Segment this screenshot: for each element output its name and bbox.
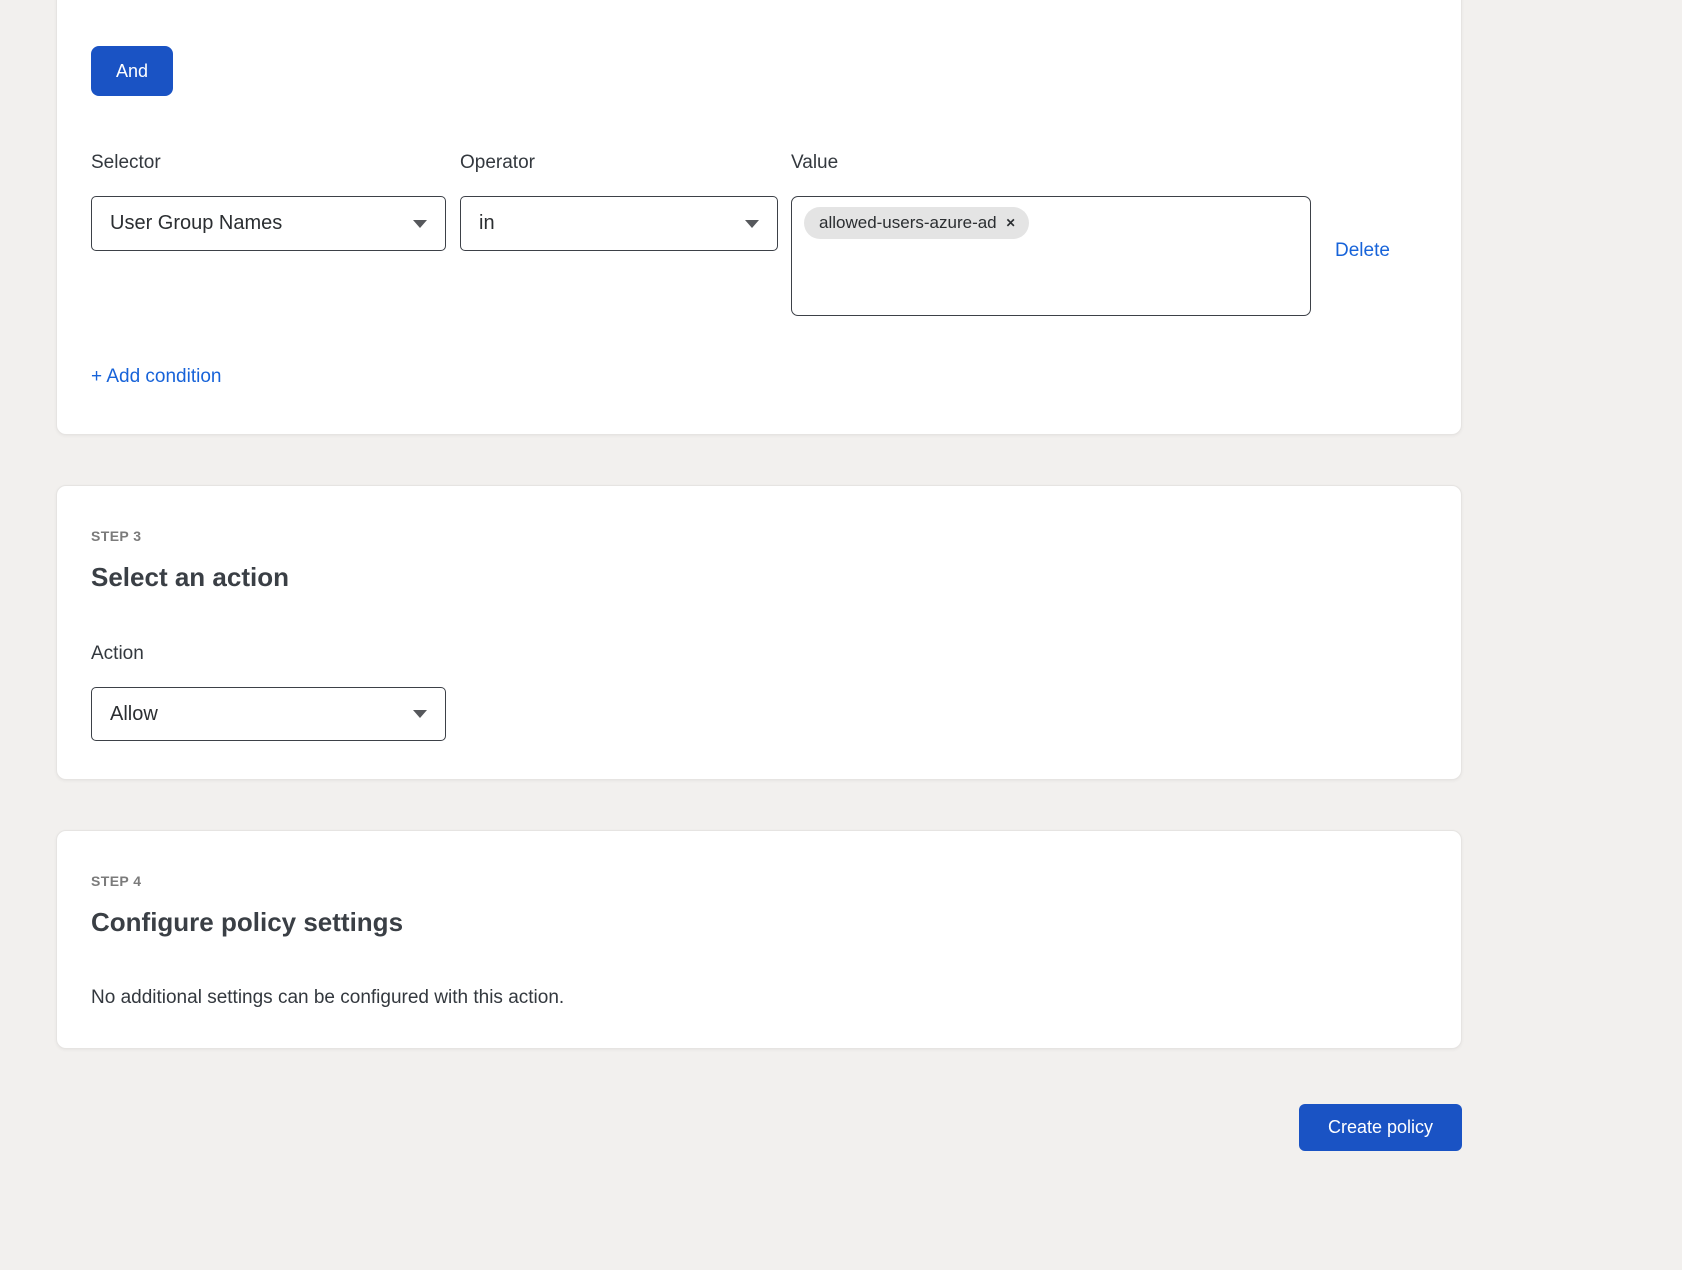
action-label: Action xyxy=(91,643,1427,665)
operator-dropdown[interactable]: in xyxy=(460,196,778,251)
step3-card: STEP 3 Select an action Action Allow xyxy=(56,485,1462,780)
selector-dropdown-value: User Group Names xyxy=(110,212,282,235)
add-condition-link[interactable]: + Add condition xyxy=(91,366,221,388)
delete-condition-link[interactable]: Delete xyxy=(1335,240,1390,261)
condition-card: And Selector User Group Names Operator i… xyxy=(56,0,1462,435)
chevron-down-icon xyxy=(413,220,427,228)
value-tag: allowed-users-azure-ad ✕ xyxy=(804,207,1029,239)
value-tag-label: allowed-users-azure-ad xyxy=(819,213,997,233)
step4-card: STEP 4 Configure policy settings No addi… xyxy=(56,830,1462,1049)
chevron-down-icon xyxy=(413,710,427,718)
operator-dropdown-value: in xyxy=(479,212,495,235)
page: And Selector User Group Names Operator i… xyxy=(0,0,1682,1270)
value-input[interactable]: allowed-users-azure-ad ✕ xyxy=(791,196,1311,316)
operator-field: Operator in xyxy=(460,152,778,251)
delete-wrap: Delete xyxy=(1335,152,1390,262)
and-button[interactable]: And xyxy=(91,46,173,96)
value-label: Value xyxy=(791,152,1311,174)
selector-field: Selector User Group Names xyxy=(91,152,446,251)
step4-title: Configure policy settings xyxy=(91,906,1427,938)
step4-label: STEP 4 xyxy=(91,873,1427,890)
action-dropdown[interactable]: Allow xyxy=(91,687,446,741)
selector-dropdown[interactable]: User Group Names xyxy=(91,196,446,251)
step4-description: No additional settings can be configured… xyxy=(91,986,1427,1010)
condition-row: Selector User Group Names Operator in Va… xyxy=(91,152,1427,316)
footer-actions: Create policy xyxy=(56,1104,1462,1151)
chevron-down-icon xyxy=(745,220,759,228)
selector-label: Selector xyxy=(91,152,446,174)
step3-label: STEP 3 xyxy=(91,528,1427,545)
create-policy-button[interactable]: Create policy xyxy=(1299,1104,1462,1151)
value-field: Value allowed-users-azure-ad ✕ xyxy=(791,152,1311,316)
remove-tag-icon[interactable]: ✕ xyxy=(1006,217,1016,229)
step3-title: Select an action xyxy=(91,561,1427,593)
action-dropdown-value: Allow xyxy=(110,703,158,726)
operator-label: Operator xyxy=(460,152,778,174)
